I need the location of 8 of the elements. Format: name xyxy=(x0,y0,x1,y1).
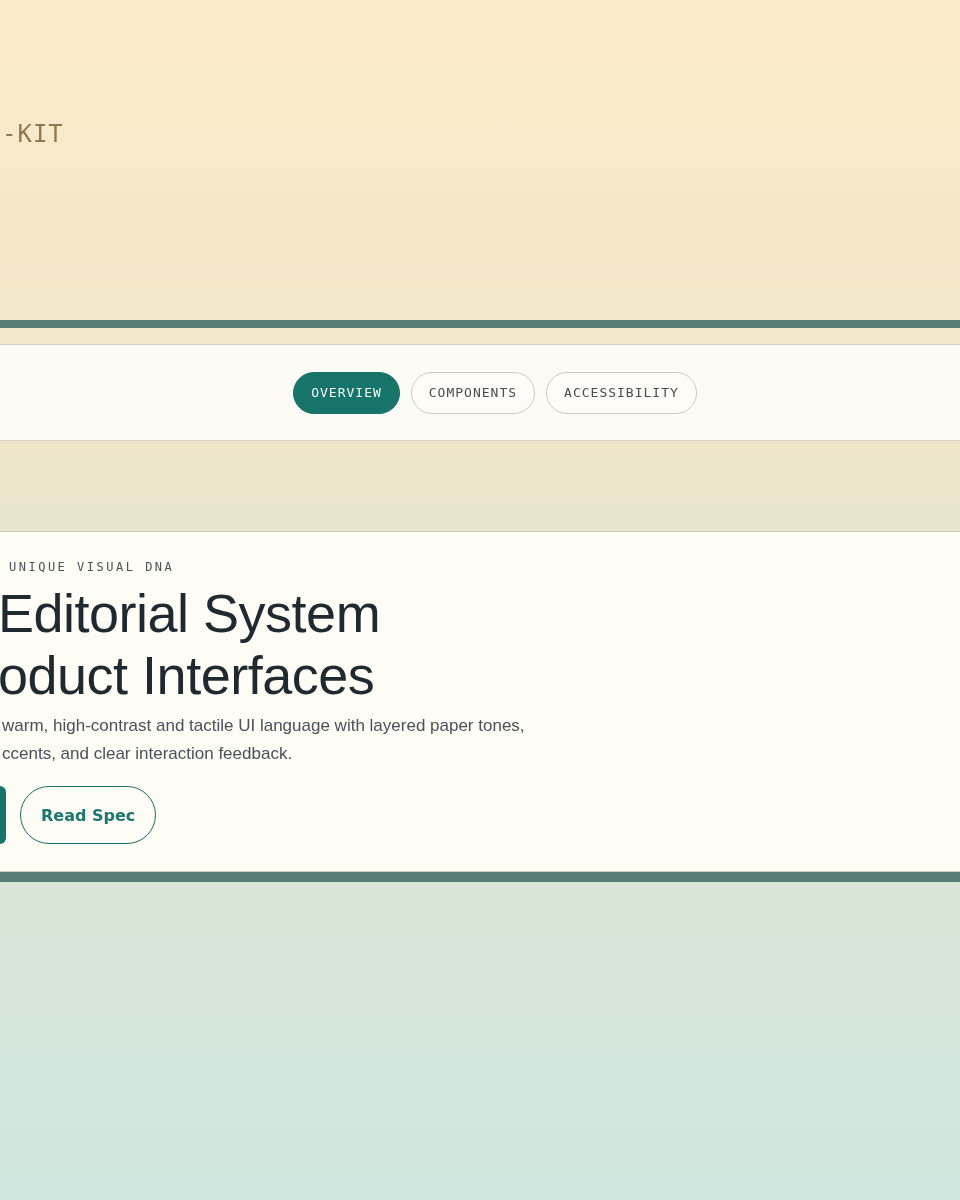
nav-tab[interactable]: COMPONENTS xyxy=(410,371,536,414)
hero-title: Editorial System oduct Interfaces xyxy=(0,582,381,706)
brand-name: -KIT xyxy=(2,120,64,148)
nav-tab[interactable]: ACCESSIBILITY xyxy=(546,371,697,414)
nav-tab[interactable]: OVERVIEW xyxy=(293,371,400,414)
primary-button[interactable] xyxy=(0,786,6,844)
eyebrow-label: UNIQUE VISUAL DNA xyxy=(9,560,175,574)
hero-description: warm, high-contrast and tactile UI language with layered paper tones, ccents, and clear interaction feedback. xyxy=(2,715,525,765)
